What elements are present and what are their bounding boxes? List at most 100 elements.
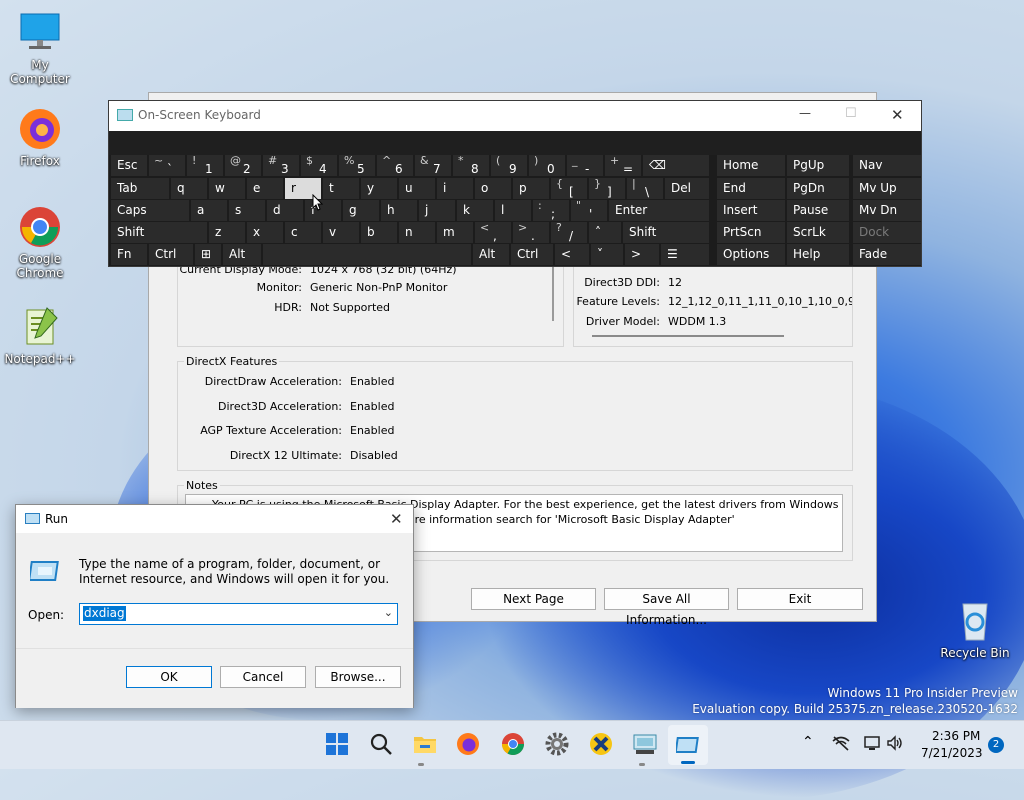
search-icon[interactable] — [368, 731, 394, 757]
key-a[interactable]: a — [191, 200, 227, 221]
key-3[interactable]: #3 — [263, 154, 299, 176]
key-enter[interactable]: Enter — [609, 200, 709, 221]
exit-button[interactable]: Exit — [737, 588, 863, 610]
on-screen-keyboard-taskbar-icon[interactable] — [632, 731, 658, 757]
key-fn[interactable]: Fn — [111, 244, 147, 265]
firefox-icon[interactable] — [455, 731, 481, 757]
key-home[interactable]: Home — [717, 155, 785, 176]
key-caps[interactable]: Caps — [111, 200, 189, 221]
key-symbol[interactable]: {[ — [551, 177, 587, 199]
open-input-value[interactable]: dxdiag — [83, 606, 126, 621]
desktop-icon-recycle-bin[interactable]: Recycle Bin — [935, 598, 1015, 660]
key-s[interactable]: s — [229, 200, 265, 221]
key-shift[interactable]: Shift — [623, 222, 709, 243]
key-pgdn[interactable]: PgDn — [787, 178, 849, 199]
key-9[interactable]: (9 — [491, 154, 527, 176]
key-symbol[interactable]: > — [625, 244, 659, 265]
key-1[interactable]: ! 1 — [187, 154, 223, 176]
key-v[interactable]: v — [323, 222, 359, 243]
key-symbol[interactable]: ? / — [551, 221, 587, 243]
network-icon[interactable] — [832, 735, 850, 754]
key-symbol[interactable]: < — [555, 244, 589, 265]
desktop-icon-my-computer[interactable]: My Computer — [0, 10, 80, 86]
key-space[interactable] — [263, 244, 471, 265]
key-prtscn[interactable]: PrtScn — [717, 222, 785, 243]
browse-button[interactable]: Browse... — [315, 666, 401, 688]
key-mv-up[interactable]: Mv Up — [853, 178, 921, 199]
key-ctrl[interactable]: Ctrl — [149, 244, 193, 265]
display-icon[interactable] — [864, 735, 882, 754]
key-options[interactable]: Options — [717, 244, 785, 265]
key-end[interactable]: End — [717, 178, 785, 199]
key-4[interactable]: $4 — [301, 154, 337, 176]
key-mv-dn[interactable]: Mv Dn — [853, 200, 921, 221]
minimize-button[interactable]: — — [799, 106, 811, 120]
key-symbol[interactable]: ☰ — [661, 244, 709, 265]
key-esc[interactable]: Esc — [111, 155, 147, 176]
settings-gear-icon[interactable] — [544, 731, 570, 757]
chrome-icon[interactable] — [500, 731, 526, 757]
key-dock[interactable]: Dock — [853, 222, 921, 243]
key-g[interactable]: g — [343, 200, 379, 221]
key-p[interactable]: p — [513, 178, 549, 199]
key-2[interactable]: @2 — [225, 154, 261, 176]
key-c[interactable]: c — [285, 222, 321, 243]
osk-title-bar[interactable]: On-Screen Keyboard — ☐ ✕ — [109, 101, 921, 131]
key-j[interactable]: j — [419, 200, 455, 221]
key-scrlk[interactable]: ScrLk — [787, 222, 849, 243]
save-all-information-button[interactable]: Save All Information... — [604, 588, 729, 627]
file-explorer-icon[interactable] — [412, 731, 438, 757]
key-ctrl[interactable]: Ctrl — [511, 244, 553, 265]
key-insert[interactable]: Insert — [717, 200, 785, 221]
notification-badge[interactable]: 2 — [988, 737, 1004, 753]
key-h[interactable]: h — [381, 200, 417, 221]
key-symbol[interactable]: <, — [475, 221, 511, 243]
key-8[interactable]: * 8 — [453, 154, 489, 176]
desktop-icon-chrome[interactable]: Google Chrome — [0, 204, 80, 280]
desktop-icon-firefox[interactable]: Firefox — [0, 106, 80, 168]
show-hidden-icons-chevron-icon[interactable]: ⌃ — [802, 734, 814, 750]
key-symbol[interactable]: " ' — [571, 199, 607, 221]
key-fade[interactable]: Fade — [853, 244, 921, 265]
key-6[interactable]: ^ 6 — [377, 154, 413, 176]
key-nav[interactable]: Nav — [853, 155, 921, 176]
key-e[interactable]: e — [247, 178, 283, 199]
key-i[interactable]: i — [437, 178, 473, 199]
key-w[interactable]: w — [209, 178, 245, 199]
ok-button[interactable]: OK — [126, 666, 212, 688]
key-5[interactable]: % 5 — [339, 154, 375, 176]
key-symbol[interactable]: ˅ — [591, 244, 623, 265]
key-symbol[interactable]: }] — [589, 177, 625, 199]
key-symbol[interactable]: >. — [513, 221, 549, 243]
maximize-button[interactable]: ☐ — [845, 106, 857, 121]
key-o[interactable]: o — [475, 178, 511, 199]
run-taskbar-button[interactable] — [668, 725, 708, 765]
key-pgup[interactable]: PgUp — [787, 155, 849, 176]
key-y[interactable]: y — [361, 178, 397, 199]
xampp-icon[interactable] — [588, 731, 614, 757]
key-7[interactable]: & 7 — [415, 154, 451, 176]
horizontal-scrollbar[interactable] — [592, 335, 784, 337]
run-title-bar[interactable]: Run ✕ — [16, 505, 413, 533]
key-t[interactable]: t — [323, 178, 359, 199]
open-combobox[interactable]: dxdiag ⌄ — [79, 603, 398, 625]
key-help[interactable]: Help — [787, 244, 849, 265]
key-alt[interactable]: Alt — [223, 244, 261, 265]
key-symbol[interactable]: ˄ — [589, 222, 621, 243]
key-q[interactable]: q — [171, 178, 207, 199]
volume-icon[interactable] — [886, 735, 904, 754]
cancel-button[interactable]: Cancel — [220, 666, 306, 688]
chevron-down-icon[interactable]: ⌄ — [384, 606, 393, 619]
key-symbol[interactable]: :; — [533, 199, 569, 221]
key-symbol[interactable]: ~ ` — [149, 154, 185, 176]
key-z[interactable]: z — [209, 222, 245, 243]
key-symbol[interactable]: ⌫ — [643, 155, 709, 176]
start-button-icon[interactable] — [324, 731, 350, 757]
key-del[interactable]: Del — [665, 178, 709, 199]
next-page-button[interactable]: Next Page — [471, 588, 596, 610]
key-tab[interactable]: Tab — [111, 178, 169, 199]
key-d[interactable]: d — [267, 200, 303, 221]
key-pause[interactable]: Pause — [787, 200, 849, 221]
key-symbol[interactable]: | \ — [627, 177, 663, 199]
key-x[interactable]: x — [247, 222, 283, 243]
